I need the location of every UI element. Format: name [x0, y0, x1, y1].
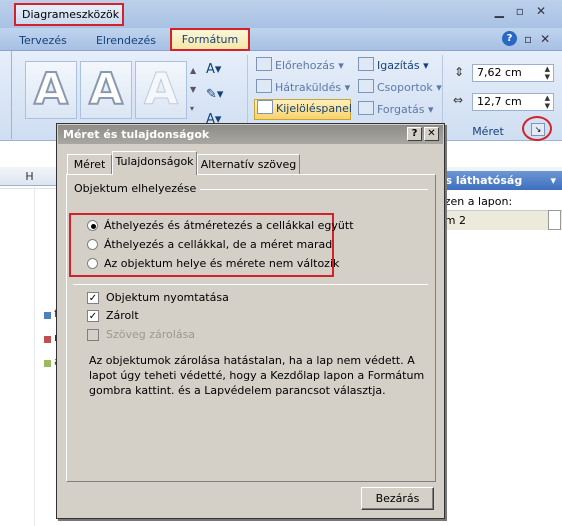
text-fill-icon[interactable]: A▾ — [206, 62, 221, 77]
lock-text-label: Szöveg zárolása — [106, 328, 196, 341]
tab-formatum[interactable]: Formátum — [170, 28, 250, 51]
help-icon[interactable]: ? — [502, 31, 517, 46]
spinner-arrows-icon[interactable]: ▲ ▼ — [545, 65, 550, 81]
radio-label-2[interactable]: Áthelyezés a cellákkal, de a méret marad — [104, 238, 332, 252]
spinner-arrows-icon[interactable]: ▲ ▼ — [545, 94, 550, 110]
width-spinner[interactable]: 12,7 cm ▲ ▼ — [472, 93, 554, 111]
wordart-style-3[interactable]: A — [135, 61, 187, 119]
locked-label[interactable]: Zárolt — [106, 309, 139, 323]
radio-dont-move[interactable] — [87, 258, 98, 269]
selection-pane-subtitle: ezen a lapon: — [438, 195, 513, 208]
selection-pane-icon — [257, 100, 273, 114]
selection-pane-button[interactable]: Kijelöléspanel — [254, 99, 352, 120]
radio-label-1[interactable]: Áthelyezés és átméretezés a cellákkal eg… — [104, 219, 354, 233]
print-object-checkbox[interactable]: ✓ — [87, 292, 99, 304]
ribbon-window-controls[interactable]: ▫✕ — [524, 32, 558, 46]
align-button[interactable]: Igazítás ▾ — [358, 57, 429, 75]
section-divider — [73, 284, 428, 285]
highlight-circle — [522, 116, 552, 141]
height-value: 7,62 cm — [477, 66, 522, 79]
column-header-h[interactable]: H — [0, 167, 60, 186]
print-object-label[interactable]: Objektum nyomtatása — [106, 291, 229, 305]
text-fill-outline-effects[interactable]: A▾ ✎▾ A▾ — [206, 57, 236, 133]
visibility-toggle[interactable] — [548, 210, 561, 230]
tab-tervezes[interactable]: Tervezés — [14, 31, 72, 51]
size-properties-dialog: Méret és tulajdonságok ? ✕ Méret Tulajdo… — [56, 123, 445, 519]
text-outline-icon[interactable]: ✎▾ — [206, 87, 223, 102]
dialog-title: Méret és tulajdonságok — [58, 125, 443, 144]
ribbon-left-edge — [0, 51, 12, 139]
height-icon: ⇕ — [454, 65, 465, 79]
ribbon-tab-row: Tervezés Elrendezés Formátum ? ▫✕ — [0, 28, 562, 51]
rotate-icon — [358, 101, 374, 115]
group-icon — [358, 79, 374, 93]
radio-label-3[interactable]: Az objektum helye és mérete nem változik — [104, 257, 339, 271]
legend-swatch-2 — [44, 336, 51, 343]
selection-pane-header: és láthatóság ▾ — [434, 171, 562, 190]
wordart-gallery-scroll[interactable]: ▲ ▼ ▾ — [190, 61, 200, 119]
radio-move-only[interactable] — [87, 239, 98, 250]
gridline — [34, 186, 35, 526]
radio-move-and-size[interactable] — [87, 220, 98, 231]
wordart-style-2[interactable]: A — [80, 61, 132, 119]
close-button[interactable]: Bezárás — [361, 487, 434, 510]
width-icon: ⇔ — [453, 93, 464, 107]
legend-swatch-1 — [44, 312, 51, 319]
height-spinner[interactable]: 7,62 cm ▲ ▼ — [472, 64, 554, 82]
send-backward-button[interactable]: Hátraküldés ▾ — [256, 79, 350, 97]
tab-tulajdonsagok[interactable]: Tulajdonságok — [112, 151, 197, 175]
group-button[interactable]: Csoportok ▾ — [358, 79, 442, 97]
help-icon[interactable]: ? — [407, 127, 422, 141]
close-icon[interactable]: ✕ — [424, 127, 439, 141]
wordart-style-1[interactable]: A — [25, 61, 77, 119]
info-text: Az objektumok zárolása hatástalan, ha a … — [89, 354, 425, 397]
section-divider — [192, 189, 428, 190]
gridline — [0, 188, 56, 189]
window-controls[interactable]: ▁▫✕ — [488, 4, 558, 22]
bring-forward-button[interactable]: Előrehozás ▾ — [256, 57, 344, 75]
align-icon — [358, 57, 374, 71]
tab-meret[interactable]: Méret — [67, 154, 112, 174]
tab-alternativ-szoveg[interactable]: Alternatív szöveg — [197, 154, 300, 174]
section-title: Objektum elhelyezése — [74, 182, 201, 195]
legend-swatch-3 — [44, 360, 51, 367]
size-group-label: Méret — [472, 125, 504, 138]
lock-text-checkbox — [87, 329, 99, 341]
send-backward-icon — [256, 79, 272, 93]
bring-forward-icon — [256, 57, 272, 71]
pane-dropdown-icon[interactable]: ▾ — [550, 171, 556, 190]
rotate-button[interactable]: Forgatás ▾ — [358, 101, 434, 119]
width-value: 12,7 cm — [477, 95, 522, 108]
chart-tools-context-title: Diagrameszközök — [14, 3, 124, 26]
tab-elrendezes[interactable]: Elrendezés — [90, 31, 162, 51]
locked-checkbox[interactable]: ✓ — [87, 310, 99, 322]
selection-pane-item[interactable]: am 2 — [434, 210, 562, 230]
